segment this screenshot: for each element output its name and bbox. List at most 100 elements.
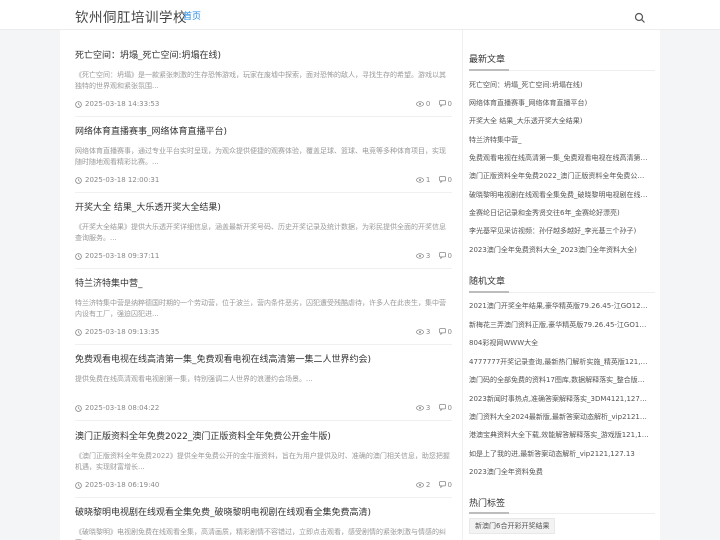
random-posts-heading: 随机文章 bbox=[469, 277, 506, 287]
post-meta: 2025-03-18 06:19:40 2 0 bbox=[75, 481, 452, 491]
view-count-value: 0 bbox=[425, 100, 431, 108]
random-post-link[interactable]: 4777777开奖记录查询,最新热门解析实施_精英版121,127.13 bbox=[469, 357, 649, 367]
comment-icon bbox=[438, 481, 446, 489]
heading-underline bbox=[469, 291, 509, 293]
comment-count-value: 0 bbox=[447, 328, 452, 336]
random-post-link[interactable]: 2023澳门全年资料免费 bbox=[469, 467, 649, 477]
post-divider bbox=[75, 497, 452, 498]
latest-post-link[interactable]: 特兰济特集中营_ bbox=[469, 135, 649, 145]
random-post-link[interactable]: 2023新闻时事热点,准确答案解释落实_3DM4121,127.13 bbox=[469, 394, 649, 404]
heading-underline bbox=[469, 512, 509, 514]
latest-post-link[interactable]: 死亡空间：坍塌_死亡空间:坍塌在线) bbox=[469, 80, 649, 90]
random-post-link[interactable]: 如是上了我的进,最新答案动态解析_vip2121,127.13 bbox=[469, 449, 649, 459]
view-count: 3 bbox=[415, 404, 431, 412]
post-summary: 《破晓黎明》电视剧免费在线观看全集，高清画质，精彩剧情不容错过，立即点击观看，感… bbox=[75, 528, 446, 540]
post-meta: 2025-03-18 09:37:11 3 0 bbox=[75, 252, 452, 262]
view-count: 1 bbox=[415, 176, 431, 184]
comment-count-value: 0 bbox=[447, 481, 452, 489]
post-item: 破晓黎明电视剧在线观看全集免费_破晓黎明电视剧在线观看全集免费高清) 《破晓黎明… bbox=[75, 507, 452, 540]
comment-icon bbox=[438, 404, 446, 412]
comment-count: 0 bbox=[438, 252, 452, 260]
post-date: 2025-03-18 08:04:22 bbox=[85, 404, 160, 412]
view-count-value: 3 bbox=[425, 328, 431, 336]
comment-count-value: 0 bbox=[447, 252, 452, 260]
post-title[interactable]: 开奖大全 结果_大乐透开奖大全结果) bbox=[75, 202, 452, 214]
view-count-value: 1 bbox=[425, 176, 431, 184]
post-title[interactable]: 破晓黎明电视剧在线观看全集免费_破晓黎明电视剧在线观看全集免费高清) bbox=[75, 507, 452, 519]
view-count-value: 3 bbox=[425, 252, 431, 260]
latest-post-link[interactable]: 开奖大全 结果_大乐透开奖大全结果) bbox=[469, 116, 649, 126]
post-meta: 2025-03-18 08:04:22 3 0 bbox=[75, 404, 452, 414]
post-date: 2025-03-18 14:33:53 bbox=[85, 100, 160, 108]
random-post-link[interactable]: 新梅花三弄澳门资料正版,豪华精英版79.26.45-江GO121,127.13 bbox=[469, 320, 649, 330]
latest-posts-heading: 最新文章 bbox=[469, 55, 506, 65]
clock-icon bbox=[75, 177, 82, 184]
eye-icon bbox=[415, 101, 424, 107]
post-divider bbox=[75, 192, 452, 193]
post-title[interactable]: 特兰济特集中营_ bbox=[75, 278, 452, 290]
comment-count-value: 0 bbox=[447, 176, 452, 184]
site-logo-text[interactable]: 钦州侗肛培训学校 bbox=[75, 6, 187, 26]
post-meta: 2025-03-18 12:00:31 1 0 bbox=[75, 176, 452, 186]
latest-post-link[interactable]: 2023澳门全年免费资料大全_2023澳门全年资料大全) bbox=[469, 245, 649, 255]
view-count: 2 bbox=[415, 481, 430, 489]
clock-icon bbox=[75, 482, 82, 489]
random-post-link[interactable]: 澳门码的全部免费的资料17图库,数据解释落实_整合版121,127.13 bbox=[469, 375, 649, 385]
post-summary: 特兰济特集中营是纳粹德国时期的一个劳动营，位于波兰，营内条件恶劣，囚犯遭受残酷虐… bbox=[75, 299, 446, 318]
latest-post-link[interactable]: 澳门正版资料全年免费2022_澳门正版资料全年免费公开金牛版) bbox=[469, 171, 649, 181]
comment-icon bbox=[438, 176, 446, 184]
comment-count: 0 bbox=[438, 481, 452, 489]
clock-icon bbox=[75, 329, 82, 336]
view-count: 3 bbox=[415, 328, 431, 336]
random-post-link[interactable]: 804彩视网WWW大全 bbox=[469, 338, 649, 348]
post-item: 免费观看电视在线高清第一集_免费观看电视在线高清第一集二人世界约会) 提供免费在… bbox=[75, 354, 452, 414]
post-item: 特兰济特集中营_ 特兰济特集中营是纳粹德国时期的一个劳动营，位于波兰，营内条件恶… bbox=[75, 278, 452, 338]
clock-icon bbox=[75, 405, 82, 412]
post-date: 2025-03-18 06:19:40 bbox=[85, 481, 160, 489]
hot-tags-heading: 热门标签 bbox=[469, 499, 506, 509]
random-post-link[interactable]: 港澳宝典资料大全下载,效能解答解释落实_游戏版121,127.13 bbox=[469, 430, 649, 440]
eye-icon bbox=[415, 329, 424, 335]
post-title[interactable]: 网络体育直播赛事_网络体育直播平台) bbox=[75, 126, 452, 138]
comment-count-value: 0 bbox=[447, 100, 452, 108]
comment-icon bbox=[438, 328, 446, 336]
clock-icon bbox=[75, 101, 82, 108]
comment-count: 0 bbox=[438, 100, 452, 108]
search-icon[interactable] bbox=[634, 9, 646, 23]
post-title[interactable]: 死亡空间：坍塌_死亡空间:坍塌在线) bbox=[75, 50, 452, 62]
comment-count: 0 bbox=[438, 176, 452, 184]
comment-icon bbox=[438, 100, 446, 108]
post-summary: 《死亡空间：坍塌》是一款紧张刺激的生存恐怖游戏，玩家在废墟中探索，面对恐怖的敌人… bbox=[75, 71, 446, 90]
latest-post-link[interactable]: 网络体育直播赛事_网络体育直播平台) bbox=[469, 98, 649, 108]
eye-icon bbox=[415, 253, 424, 259]
comment-count: 0 bbox=[438, 404, 452, 412]
post-divider bbox=[75, 116, 452, 117]
post-title[interactable]: 免费观看电视在线高清第一集_免费观看电视在线高清第一集二人世界约会) bbox=[75, 354, 452, 366]
post-item: 死亡空间：坍塌_死亡空间:坍塌在线) 《死亡空间：坍塌》是一款紧张刺激的生存恐怖… bbox=[75, 50, 452, 110]
random-post-link[interactable]: 2021澳门开奖全年结果,豪华精英版79.26.45-江GO121,127.13 bbox=[469, 301, 649, 311]
latest-post-link[interactable]: 李光基罕见采访视频：孙仔越多越好_李光基三个孙子) bbox=[469, 226, 649, 236]
post-summary: 《澳门正版资料全年免费2022》提供全年免费公开的金牛版资料，旨在为用户提供及时… bbox=[75, 452, 450, 471]
latest-post-link[interactable]: 免费观看电视在线高清第一集_免费观看电视在线高清第一集二人世界约会) bbox=[469, 153, 649, 163]
post-item: 澳门正版资料全年免费2022_澳门正版资料全年免费公开金牛版) 《澳门正版资料全… bbox=[75, 431, 452, 491]
post-date: 2025-03-18 09:13:35 bbox=[85, 328, 160, 336]
post-list: 死亡空间：坍塌_死亡空间:坍塌在线) 《死亡空间：坍塌》是一款紧张刺激的生存恐怖… bbox=[60, 30, 462, 540]
view-count: 0 bbox=[415, 100, 431, 108]
latest-post-link[interactable]: 金赛纶日记记录和金秀贤交往6年_金赛纶好漂亮) bbox=[469, 208, 649, 218]
top-bar: 钦州侗肛培训学校 首页 bbox=[0, 0, 720, 30]
tag-link[interactable]: 新澳门6合开彩开奖结果 bbox=[469, 518, 556, 534]
post-date: 2025-03-18 12:00:31 bbox=[85, 176, 160, 184]
latest-post-link[interactable]: 破晓黎明电视剧在线观看全集免费_破晓黎明电视剧在线观看全集免费高清) bbox=[469, 190, 649, 200]
eye-icon bbox=[415, 482, 424, 488]
post-title[interactable]: 澳门正版资料全年免费2022_澳门正版资料全年免费公开金牛版) bbox=[75, 431, 452, 443]
post-divider bbox=[75, 344, 452, 345]
post-summary: 提供免费在线高清观看电视剧第一集，特别强调二人世界的浪漫约会场景。... bbox=[75, 375, 313, 383]
random-post-link[interactable]: 澳门资料大全2024最新版,最新答案动态解析_vip2121,127.13 bbox=[469, 412, 649, 422]
view-count-value: 3 bbox=[425, 404, 431, 412]
post-date: 2025-03-18 09:37:11 bbox=[85, 252, 160, 260]
view-count: 3 bbox=[415, 252, 431, 260]
nav-home-link[interactable]: 首页 bbox=[183, 9, 201, 22]
post-item: 网络体育直播赛事_网络体育直播平台) 网络体育直播赛事，通过专业平台实时呈现，为… bbox=[75, 126, 452, 186]
post-item: 开奖大全 结果_大乐透开奖大全结果) 《开奖大全结果》提供大乐透开奖详细信息，涵… bbox=[75, 202, 452, 262]
eye-icon bbox=[415, 405, 424, 411]
